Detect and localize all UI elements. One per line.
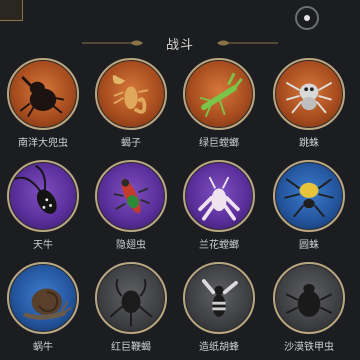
mantis-icon bbox=[183, 58, 255, 130]
whip-scorpion-icon bbox=[95, 262, 167, 334]
corner-badge[interactable] bbox=[0, 0, 23, 21]
paper-wasp-icon bbox=[183, 262, 255, 334]
rove-beetle-icon bbox=[95, 160, 167, 232]
insect-label: 圆蛛 bbox=[299, 240, 319, 251]
insect-grid: 南洋大兜虫 蝎子 绿巨螳螂 跳蛛 天牛 隐翅虫 兰花螳螂 圆蛛 蜗牛 红巨鞭蝎 … bbox=[0, 56, 360, 360]
insect-card[interactable]: 南洋大兜虫 bbox=[0, 58, 86, 149]
insect-label: 跳蛛 bbox=[299, 138, 319, 149]
insect-card[interactable]: 天牛 bbox=[0, 160, 86, 251]
insect-card[interactable]: 沙漠铁甲虫 bbox=[266, 262, 352, 353]
insect-card[interactable]: 红巨鞭蝎 bbox=[88, 262, 174, 353]
insect-label: 南洋大兜虫 bbox=[18, 138, 68, 149]
insect-card[interactable]: 造纸胡蜂 bbox=[176, 262, 262, 353]
jumping-spider-icon bbox=[273, 58, 345, 130]
section-title: 战斗 bbox=[165, 38, 194, 53]
top-bar bbox=[0, 0, 360, 30]
insect-label: 蜗牛 bbox=[33, 342, 53, 353]
insect-card[interactable]: 蝎子 bbox=[88, 58, 174, 149]
insect-label: 天牛 bbox=[33, 240, 53, 251]
dot-icon bbox=[304, 15, 310, 21]
insect-label: 红巨鞭蝎 bbox=[111, 342, 151, 353]
insect-card[interactable]: 跳蛛 bbox=[266, 58, 352, 149]
insect-label: 蝎子 bbox=[121, 138, 141, 149]
insect-card[interactable]: 隐翅虫 bbox=[88, 160, 174, 251]
rhino-beetle-icon bbox=[7, 58, 79, 130]
insect-card[interactable]: 蜗牛 bbox=[0, 262, 86, 353]
settings-button[interactable] bbox=[295, 6, 319, 30]
ornament-right-icon bbox=[217, 40, 278, 46]
insect-card[interactable]: 圆蛛 bbox=[266, 160, 352, 251]
orb-spider-icon bbox=[273, 160, 345, 232]
section-header: 战斗 bbox=[0, 30, 360, 54]
longhorn-beetle-icon bbox=[7, 160, 79, 232]
insect-card[interactable]: 兰花螳螂 bbox=[176, 160, 262, 251]
insect-card[interactable]: 绿巨螳螂 bbox=[176, 58, 262, 149]
insect-label: 隐翅虫 bbox=[116, 240, 146, 251]
orchid-mantis-icon bbox=[183, 160, 255, 232]
insect-label: 造纸胡蜂 bbox=[199, 342, 239, 353]
insect-label: 兰花螳螂 bbox=[199, 240, 239, 251]
snail-icon bbox=[7, 262, 79, 334]
desert-beetle-icon bbox=[273, 262, 345, 334]
insect-label: 绿巨螳螂 bbox=[199, 138, 239, 149]
scorpion-icon bbox=[95, 58, 167, 130]
insect-label: 沙漠铁甲虫 bbox=[284, 342, 334, 353]
